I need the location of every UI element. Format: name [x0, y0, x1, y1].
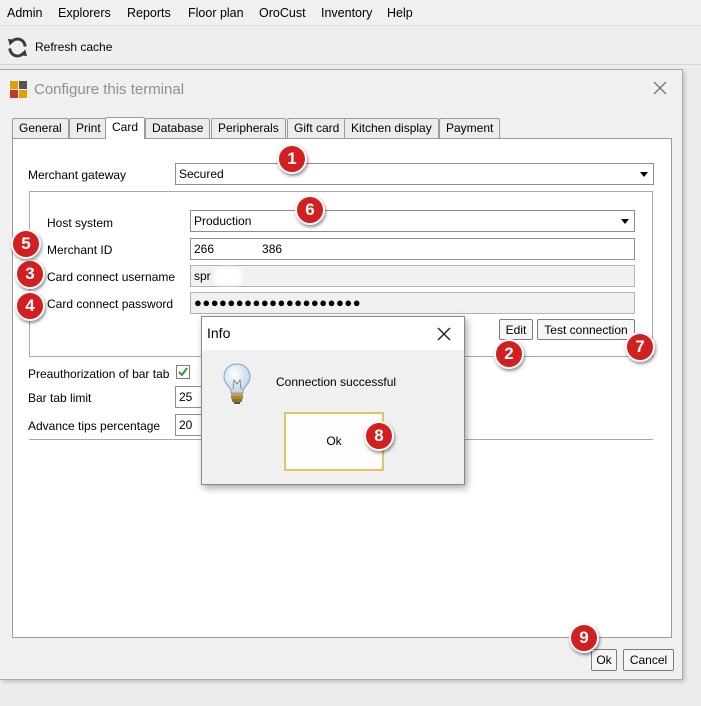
dialog-ok-button[interactable]: Ok	[591, 649, 617, 671]
menu-inventory[interactable]: Inventory	[321, 6, 372, 20]
merchant-id-value-start: 266	[194, 242, 215, 256]
tab-database[interactable]: Database	[145, 118, 211, 138]
callout-badge-4: 4	[15, 291, 45, 321]
merchant-gateway-value: Secured	[179, 167, 224, 181]
dialog-title-bar: Configure this terminal	[10, 79, 184, 99]
card-connect-username-label: Card connect username	[47, 270, 176, 284]
edit-button[interactable]: Edit	[499, 319, 533, 340]
preauthorization-checkbox[interactable]	[176, 365, 190, 379]
advance-tips-value: 20	[179, 418, 193, 432]
close-icon[interactable]	[651, 79, 669, 97]
tab-payment[interactable]: Payment	[439, 118, 501, 138]
callout-badge-6: 6	[295, 195, 325, 225]
menu-reports[interactable]: Reports	[127, 6, 171, 20]
lightbulb-icon	[223, 363, 251, 404]
dropdown-arrow-icon	[621, 219, 629, 224]
callout-badge-2: 2	[494, 339, 524, 369]
card-connect-password-label: Card connect password	[47, 297, 174, 311]
tab-print[interactable]: Print	[69, 118, 108, 138]
info-popup-message: Connection successful	[276, 375, 397, 389]
menu-orocust[interactable]: OroCust	[259, 6, 306, 20]
callout-badge-7: 7	[625, 332, 655, 362]
host-system-value: Production	[194, 214, 252, 228]
tab-general[interactable]: General	[12, 118, 69, 138]
checkmark-icon	[178, 367, 188, 377]
redaction-blur	[214, 268, 242, 285]
callout-badge-1: 1	[277, 144, 307, 174]
card-connect-password-input[interactable]: ●●●●●●●●●●●●●●●●●●●●	[190, 292, 635, 314]
tab-gift-card[interactable]: Gift card	[287, 118, 347, 138]
tab-card[interactable]: Card	[105, 117, 146, 139]
bar-tab-limit-label: Bar tab limit	[28, 391, 92, 405]
close-icon[interactable]	[436, 326, 452, 342]
card-connect-username-value: spr	[194, 269, 211, 283]
refresh-icon	[7, 37, 28, 57]
merchant-id-label: Merchant ID	[47, 243, 113, 257]
dropdown-arrow-icon	[640, 172, 648, 177]
preauthorization-label: Preauthorization of bar tab	[28, 367, 170, 381]
host-system-select[interactable]: Production	[190, 210, 635, 232]
dialog-cancel-button[interactable]: Cancel	[623, 649, 674, 671]
host-system-label: Host system	[47, 216, 114, 230]
menu-admin[interactable]: Admin	[7, 6, 42, 20]
merchant-gateway-select[interactable]: Secured	[175, 163, 654, 185]
merchant-id-input[interactable]: 266 386	[190, 238, 635, 260]
menu-help[interactable]: Help	[387, 6, 413, 20]
menu-bar: Admin Explorers Reports Floor plan OroCu…	[0, 0, 701, 26]
refresh-cache-label: Refresh cache	[35, 40, 113, 54]
card-connect-password-value: ●●●●●●●●●●●●●●●●●●●●	[194, 295, 362, 310]
info-popup: Info Connection successful Ok	[201, 316, 465, 485]
callout-badge-8: 8	[364, 421, 394, 451]
test-connection-button[interactable]: Test connection	[537, 319, 635, 340]
merchant-id-value-end: 386	[262, 242, 283, 256]
callout-badge-3: 3	[15, 259, 45, 289]
menu-explorers[interactable]: Explorers	[58, 6, 111, 20]
info-popup-title: Info	[207, 325, 231, 341]
app-logo-icon	[10, 80, 27, 98]
card-connect-username-input[interactable]: spr	[190, 265, 635, 287]
toolbar: Refresh cache	[0, 27, 701, 65]
merchant-gateway-label: Merchant gateway	[28, 168, 127, 182]
info-popup-body: Connection successful Ok	[202, 350, 464, 484]
advance-tips-label: Advance tips percentage	[28, 419, 161, 433]
dialog-title: Configure this terminal	[34, 80, 185, 98]
tab-kitchen-display[interactable]: Kitchen display	[344, 118, 439, 138]
callout-badge-9: 9	[569, 623, 599, 653]
callout-badge-5: 5	[11, 229, 41, 259]
menu-floor-plan[interactable]: Floor plan	[188, 6, 244, 20]
tab-peripherals[interactable]: Peripherals	[211, 118, 286, 138]
bar-tab-limit-value: 25	[179, 390, 193, 404]
refresh-cache-button[interactable]: Refresh cache	[6, 34, 112, 60]
